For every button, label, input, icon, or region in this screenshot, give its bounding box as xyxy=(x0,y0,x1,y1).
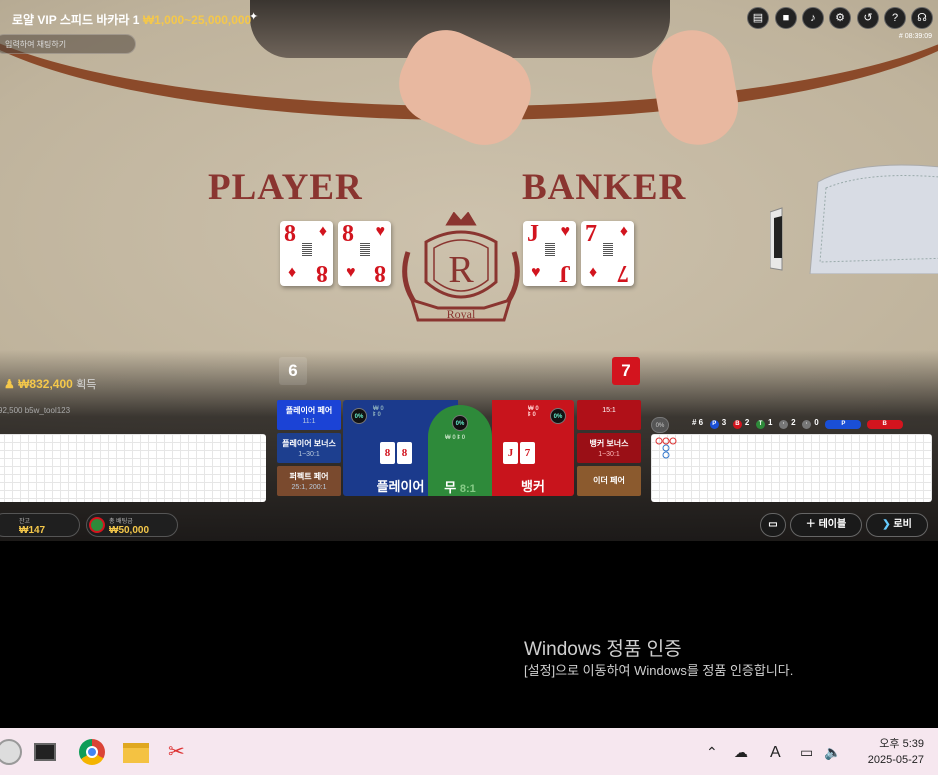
chat-input[interactable]: 입력하여 채팅하기 xyxy=(0,34,136,54)
player-pair-bet[interactable]: 플레이어 페어 11:1 xyxy=(277,400,341,430)
windows-activation-title: Windows 정품 인증 xyxy=(524,639,682,660)
player-bet-amounts: ₩ 0ꔪ 0 xyxy=(373,406,384,418)
tie-pct: 0% xyxy=(452,415,468,431)
perfect-pair-bet[interactable]: 퍼펙트 페어 25:1, 200:1 xyxy=(277,466,341,496)
svg-text:R: R xyxy=(448,249,474,291)
svg-text:Royal: Royal xyxy=(447,307,476,321)
tie-bet-amounts: ₩ 0 ꔪ 0 xyxy=(445,435,466,441)
player-bonus-bet[interactable]: 플레이어 보너스 1~30:1 xyxy=(277,433,341,463)
big-road[interactable] xyxy=(651,434,932,502)
chrome-icon[interactable] xyxy=(79,739,105,765)
player-card-1: 8 ♦ 8 ♦ xyxy=(280,221,333,286)
banker-pct: 0% xyxy=(550,408,566,424)
banker-bet-area[interactable]: 0% ₩ 0ꔪ 0 J7 뱅커 xyxy=(492,400,574,496)
bead-road[interactable] xyxy=(0,434,266,502)
card-shoe xyxy=(770,164,938,274)
video-icon[interactable]: ■ xyxy=(775,7,797,29)
recent-winner: 92,500 b5w_tool123 xyxy=(0,406,71,415)
chat-icon[interactable]: ▤ xyxy=(747,7,769,29)
help-icon[interactable]: ? xyxy=(884,7,906,29)
taskbar-clock[interactable]: 오후 5:39 2025-05-27 xyxy=(868,736,924,768)
windows-activation-subtitle: [설정]으로 이동하여 Windows를 정품 인증합니다. xyxy=(524,663,794,678)
display-icon[interactable]: ▭ xyxy=(800,744,813,761)
chat-toggle-button[interactable]: ▭ xyxy=(760,513,786,537)
banker-bet-label: 뱅커 xyxy=(521,479,545,494)
banker-score: 7 xyxy=(612,357,640,385)
royal-crest-logo: R Royal xyxy=(402,212,520,322)
either-pair-bet[interactable]: 이더 페어 xyxy=(577,466,641,496)
table-title: 로얄 VIP 스피드 바카라 1 ₩1,000~25,000,000 xyxy=(12,13,252,27)
pin-icon[interactable]: ✦ xyxy=(249,10,258,23)
volume-icon[interactable]: ♪ xyxy=(802,7,824,29)
network-off-icon[interactable]: ☁ xyxy=(734,744,748,761)
tie-bet-label: 무 8:1 xyxy=(444,480,476,495)
lobby-button[interactable]: ❯ 로비 xyxy=(866,513,928,537)
player-card-2: 8 ♥ 8 ♥ xyxy=(338,221,391,286)
round-clock: # 08:39:09 xyxy=(898,33,932,40)
player-label: PLAYER xyxy=(208,167,363,208)
banker-pair-bet[interactable]: 15:1 xyxy=(577,400,641,430)
file-explorer-icon[interactable] xyxy=(123,743,149,763)
player-pct: 0% xyxy=(351,408,367,424)
game-stage: PLAYER BANKER 8 ♦ 8 ♦ 8 ♥ 8 ♥ J ♥ J ♥ 7 ♦ 7 ♦ R … xyxy=(0,0,938,541)
speaker-icon[interactable]: 🔈 xyxy=(824,744,841,761)
history-icon[interactable]: ↺ xyxy=(857,7,879,29)
task-view-icon[interactable] xyxy=(34,743,56,761)
chips-icon xyxy=(89,517,105,533)
snipping-tool-icon[interactable]: ✂ xyxy=(168,739,194,765)
stats-pct: 0% xyxy=(651,417,669,433)
tables-button[interactable]: ＋ 테이블 xyxy=(790,513,862,537)
settings-icon[interactable]: ⚙ xyxy=(829,7,851,29)
player-score: 6 xyxy=(279,357,307,385)
banker-card-1: J ♥ J ♥ xyxy=(523,221,576,286)
banker-card-2: 7 ♦ 7 ♦ xyxy=(581,221,634,286)
banker-bet-amounts: ₩ 0ꔪ 0 xyxy=(528,406,539,418)
balance: 잔고 ₩147 xyxy=(0,513,80,537)
winnings: ♟ ₩832,400 획득 xyxy=(4,377,97,391)
tie-bet-area[interactable]: 0% ₩ 0 ꔪ 0 무 8:1 xyxy=(428,405,492,496)
headset-icon[interactable]: ☊ xyxy=(911,7,933,29)
chevron-up-icon[interactable]: ⌃ xyxy=(706,744,718,761)
banker-bonus-bet[interactable]: 뱅커 보너스 1~30:1 xyxy=(577,433,641,463)
round-stats: # 6 P3 B2 T1 · 2 · 0 P B xyxy=(692,418,906,429)
banker-label: BANKER xyxy=(522,167,687,208)
total-bet: 총 배팅금 ₩50,000 xyxy=(86,513,178,537)
ime-indicator[interactable]: A xyxy=(770,744,781,762)
